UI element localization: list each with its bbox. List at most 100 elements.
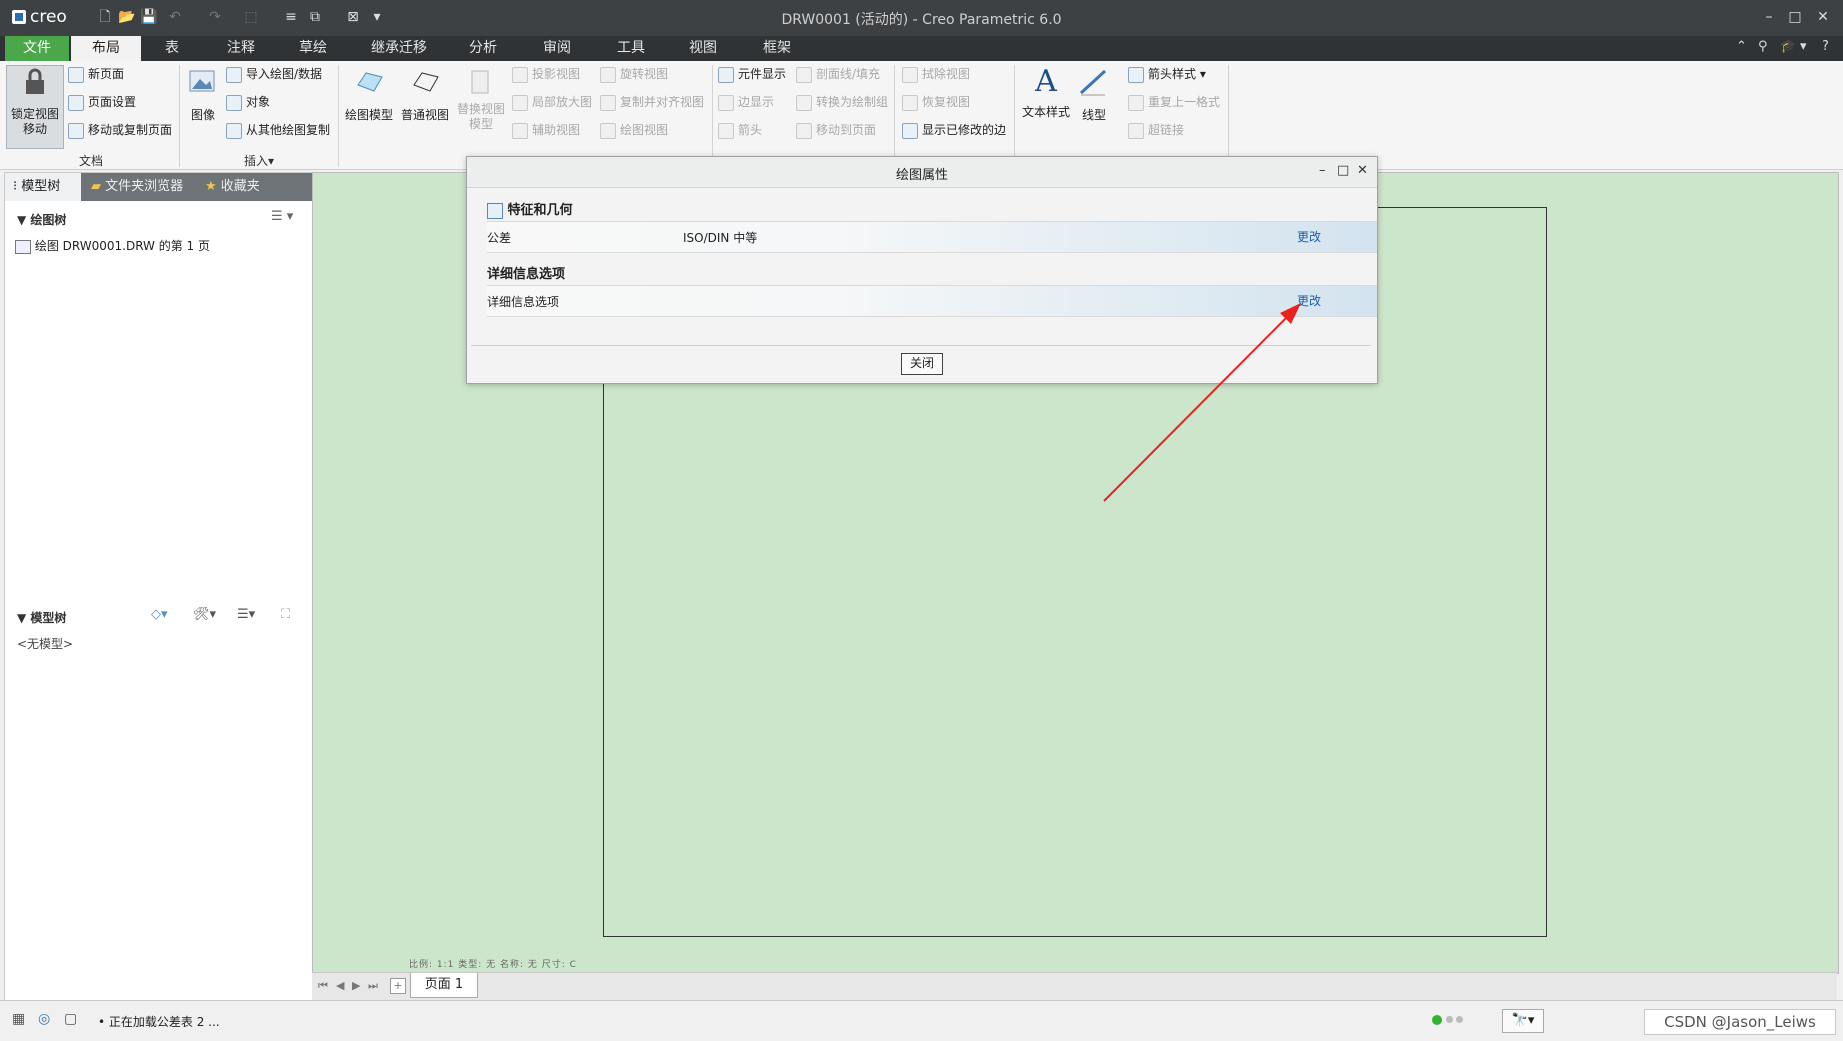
dialog-minimize-icon[interactable]: – [1319, 163, 1326, 178]
revolved-view-button[interactable]: 旋转视图 [600, 63, 668, 85]
detail-options-label: 详细信息选项 [487, 295, 560, 309]
page-setup-button[interactable]: 页面设置 [68, 91, 136, 113]
navigator-toggle-icon[interactable]: ▦ [12, 1011, 25, 1027]
replace-view-icon [471, 70, 489, 94]
drawing-model-icon [357, 72, 383, 92]
tab-folder-browser[interactable]: ▰ 文件夹浏览器 [87, 173, 197, 201]
navigator-tabs: ⁝ 模型树 ▰ 文件夹浏览器 ★ 收藏夹 [5, 173, 313, 201]
minimize-button[interactable]: – [1756, 6, 1782, 28]
element-display-button[interactable]: 元件显示 [718, 63, 786, 85]
next-page-icon[interactable]: ▶ [352, 979, 360, 992]
move-copy-page-button[interactable]: 移动或复制页面 [68, 119, 172, 141]
tab-file[interactable]: 文件 [5, 36, 69, 61]
insert-group-label[interactable]: 插入▾ [184, 152, 334, 169]
arrow-button[interactable]: 箭头 [718, 119, 762, 141]
fullscreen-icon[interactable]: ▢ [64, 1011, 77, 1027]
auxiliary-icon [512, 122, 528, 139]
last-page-icon[interactable]: ⏭ [368, 979, 378, 993]
close-dialog-button[interactable]: 关闭 [901, 353, 943, 375]
tree-settings-icon[interactable]: ☰ ▾ [271, 209, 293, 224]
tab-layout[interactable]: 布局 [71, 36, 141, 61]
drawing-model-button[interactable]: 绘图模型 [342, 65, 396, 123]
auxiliary-view-button[interactable]: 辅助视图 [512, 119, 580, 141]
tab-favorites[interactable]: ★ 收藏夹 [201, 173, 291, 201]
ribbon-tab-bar: 文件 布局 表 注释 草绘 继承迁移 分析 审阅 工具 视图 框架 ⌃ ⚲ 🎓 … [0, 36, 1843, 61]
tab-model-tree[interactable]: ⁝ 模型树 [5, 173, 81, 201]
hyperlink-icon [1128, 122, 1144, 139]
tab-view[interactable]: 视图 [678, 36, 728, 61]
drawing-tree-item[interactable]: 绘图 DRW0001.DRW 的第 1 页 [15, 237, 210, 254]
drawing-properties-dialog: 绘图属性 – □ ✕ 特征和几何 公差 ISO/DIN 中等 更改 详细信息选项… [466, 156, 1378, 384]
tab-analysis[interactable]: 分析 [458, 36, 508, 61]
folder-icon: ▰ [91, 179, 101, 194]
general-view-button[interactable]: 普通视图 [398, 65, 452, 123]
maximize-button[interactable]: □ [1782, 6, 1808, 28]
search-icon[interactable]: ⚲ [1758, 39, 1768, 54]
drawing-view-button[interactable]: 绘图视图 [600, 119, 668, 141]
edge-icon [718, 94, 734, 111]
object-button[interactable]: 对象 [226, 91, 270, 113]
repeat-format-button[interactable]: 重复上一格式 [1128, 91, 1220, 113]
edge-display-button[interactable]: 边显示 [718, 91, 774, 113]
move-to-page-button[interactable]: 移动到页面 [796, 119, 876, 141]
tolerance-change-link[interactable]: 更改 [1297, 228, 1321, 245]
arrow-icon [718, 122, 734, 139]
find-icon[interactable]: 🔭▾ [1502, 1009, 1544, 1033]
drawing-tree-header[interactable]: ▼ 绘图树 [17, 211, 66, 228]
drawing-view-icon [600, 122, 616, 139]
tab-tools[interactable]: 工具 [606, 36, 656, 61]
model-tree-settings-icon[interactable]: ☰▾ [237, 607, 255, 622]
tree-icon: ⁝ [13, 179, 18, 194]
page-icon [68, 66, 84, 83]
replace-view-model-button[interactable]: 替换视图 模型 [454, 65, 508, 132]
erase-icon [902, 66, 918, 83]
page-tab-1[interactable]: 页面 1 [410, 973, 478, 998]
prev-page-icon[interactable]: ◀ [336, 979, 344, 992]
convert-draft-button[interactable]: 转换为绘制组 [796, 91, 888, 113]
model-tree-tools-icon[interactable]: 🛠▾ [193, 607, 216, 622]
add-page-icon[interactable]: + [390, 978, 406, 994]
image-button[interactable]: 图像 [184, 65, 222, 123]
browser-toggle-icon[interactable]: ◎ [38, 1011, 50, 1027]
hyperlink-button[interactable]: 超链接 [1128, 119, 1184, 141]
text-style-button[interactable]: A 文本样式 [1018, 65, 1074, 120]
detailed-view-button[interactable]: 局部放大图 [512, 91, 592, 113]
help-icon[interactable]: ? [1822, 39, 1829, 54]
document-group-label: 文档 [78, 154, 103, 168]
model-tree-filter-icon[interactable]: ⛶ [281, 607, 290, 622]
arrow-style-button[interactable]: 箭头样式 ▾ [1128, 63, 1206, 85]
model-tree-header[interactable]: ▼ 模型树 [17, 609, 66, 626]
page-bar: ⏮ ◀ ▶ ⏭ + 页面 1 [312, 972, 1837, 1001]
detail-options-change-link[interactable]: 更改 [1297, 292, 1321, 309]
tab-sketch[interactable]: 草绘 [288, 36, 338, 61]
tab-review[interactable]: 审阅 [532, 36, 582, 61]
model-tree-show-icon[interactable]: ◇▾ [151, 607, 168, 622]
copy-align-view-button[interactable]: 复制并对齐视图 [600, 91, 704, 113]
learning-icon[interactable]: 🎓 [1780, 39, 1796, 54]
import-drawing-button[interactable]: 导入绘图/数据 [226, 63, 322, 85]
tab-legacy-migration[interactable]: 继承迁移 [362, 36, 436, 61]
page-setup-icon [68, 94, 84, 111]
first-page-icon[interactable]: ⏮ [318, 979, 328, 993]
tab-annotate[interactable]: 注释 [216, 36, 266, 61]
repeat-icon [1128, 94, 1144, 111]
erase-view-button[interactable]: 拭除视图 [902, 63, 970, 85]
new-page-button[interactable]: 新页面 [68, 63, 124, 85]
dropdown-icon[interactable]: ▾ [1800, 39, 1807, 54]
resume-view-button[interactable]: 恢复视图 [902, 91, 970, 113]
collapse-ribbon-icon[interactable]: ⌃ [1736, 39, 1747, 54]
close-button[interactable]: ✕ [1810, 6, 1836, 28]
tab-framework[interactable]: 框架 [752, 36, 802, 61]
lock-view-button[interactable]: 锁定视图 移动 [6, 65, 64, 149]
projection-icon [512, 66, 528, 83]
tab-table[interactable]: 表 [152, 36, 192, 61]
dialog-close-icon[interactable]: ✕ [1357, 163, 1368, 178]
dialog-maximize-icon[interactable]: □ [1337, 163, 1349, 178]
copy-from-drawing-button[interactable]: 从其他绘图复制 [226, 119, 330, 141]
object-icon [226, 94, 242, 111]
features-geometry-section: 特征和几何 [487, 199, 573, 219]
section-hatch-button[interactable]: 剖面线/填充 [796, 63, 880, 85]
line-style-button[interactable]: 线型 [1076, 65, 1112, 123]
projection-view-button[interactable]: 投影视图 [512, 63, 580, 85]
show-modified-edges-button[interactable]: 显示已修改的边 [902, 119, 1006, 141]
